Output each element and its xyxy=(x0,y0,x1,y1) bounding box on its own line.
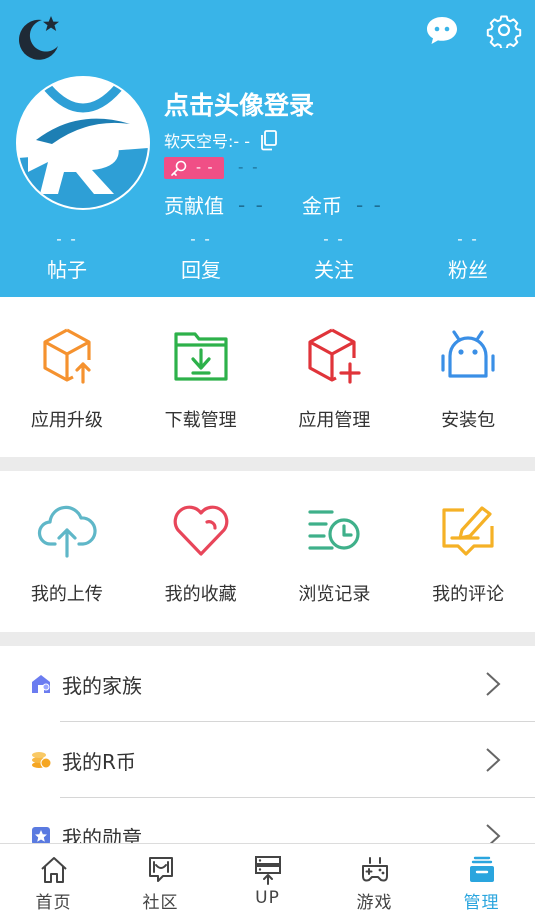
bottom-nav: 首页 社区 UP 游戏 管理 xyxy=(0,843,535,915)
coins: 金币 - - xyxy=(302,190,383,219)
coin-stack-icon xyxy=(32,752,52,769)
moon-star-icon[interactable] xyxy=(14,12,64,62)
list-item-family[interactable]: 我的家族 xyxy=(0,646,535,722)
app-upgrade-label: 应用升级 xyxy=(30,410,103,431)
download-folder-icon xyxy=(174,332,228,381)
nav-up-label: UP xyxy=(255,888,280,908)
stat-fans[interactable]: - - 粉丝 xyxy=(408,230,528,283)
download-manage-button[interactable]: 下载管理 xyxy=(134,326,268,432)
stat-following[interactable]: - - 关注 xyxy=(274,230,394,283)
install-package-label: 安装包 xyxy=(441,410,496,431)
login-prompt[interactable]: 点击头像登录 xyxy=(164,86,314,122)
section-gap xyxy=(0,632,535,646)
nav-community-label: 社区 xyxy=(142,893,179,913)
nav-home[interactable]: 首页 xyxy=(0,844,107,915)
download-manage-label: 下载管理 xyxy=(164,410,237,431)
level-value: - - xyxy=(196,160,214,176)
my-favorites-button[interactable]: 我的收藏 xyxy=(134,500,268,606)
nav-games-label: 游戏 xyxy=(356,893,393,913)
browse-history-button[interactable]: 浏览记录 xyxy=(268,500,402,606)
nav-community[interactable]: 社区 xyxy=(107,844,214,915)
android-package-icon xyxy=(441,330,495,378)
app-tools-grid: 应用升级 下载管理 应用管理 安装包 xyxy=(0,326,535,432)
account-label: 软天空号:- - xyxy=(164,132,251,151)
level-key-icon xyxy=(171,160,187,176)
family-house-icon xyxy=(32,675,50,693)
app-logo-icon xyxy=(18,78,148,208)
community-icon xyxy=(148,857,173,882)
nav-manage[interactable]: 管理 xyxy=(428,844,535,915)
list-item-label: 我的家族 xyxy=(62,673,142,698)
coins-value: - - xyxy=(356,192,383,217)
stat-replies-label: 回复 xyxy=(181,258,221,282)
contribution-label: 贡献值 xyxy=(164,194,224,218)
app-manage-icon xyxy=(308,328,361,384)
history-clock-icon xyxy=(308,510,360,550)
stat-posts-value: - - xyxy=(56,230,78,248)
account-row: 软天空号:- - xyxy=(164,128,280,152)
stat-posts[interactable]: - - 帖子 xyxy=(7,230,127,283)
coins-label: 金币 xyxy=(302,194,342,218)
heart-icon xyxy=(173,505,229,556)
my-favorites-label: 我的收藏 xyxy=(164,584,237,605)
install-package-button[interactable]: 安装包 xyxy=(401,326,535,432)
my-uploads-button[interactable]: 我的上传 xyxy=(0,500,134,606)
comment-edit-icon xyxy=(442,506,494,556)
my-comments-button[interactable]: 我的评论 xyxy=(401,500,535,606)
gamepad-icon xyxy=(361,857,388,882)
list-item-rcoin[interactable]: 我的R币 xyxy=(0,722,535,798)
app-upgrade-icon xyxy=(43,328,91,384)
section-gap xyxy=(0,457,535,471)
home-icon xyxy=(40,857,67,883)
stat-fans-value: - - xyxy=(457,230,479,248)
nav-home-label: 首页 xyxy=(35,893,72,913)
profile-header: 点击头像登录 软天空号:- - - - - - 贡献值 - - 金币 - - -… xyxy=(0,0,535,297)
contribution: 贡献值 - - xyxy=(164,190,265,219)
stat-replies-value: - - xyxy=(190,230,212,248)
avatar[interactable] xyxy=(16,76,150,210)
cloud-upload-icon xyxy=(37,505,97,558)
list-item-label: 我的R币 xyxy=(62,749,136,774)
app-manage-label: 应用管理 xyxy=(298,410,371,431)
nav-up[interactable]: UP xyxy=(214,844,321,915)
level-extra: - - xyxy=(238,158,260,176)
chevron-right-icon xyxy=(486,672,501,696)
chat-bubble-icon[interactable] xyxy=(424,12,460,48)
app-upgrade-button[interactable]: 应用升级 xyxy=(0,326,134,432)
copy-icon[interactable] xyxy=(258,129,280,151)
nav-games[interactable]: 游戏 xyxy=(321,844,428,915)
my-comments-label: 我的评论 xyxy=(432,584,505,605)
stat-replies[interactable]: - - 回复 xyxy=(141,230,261,283)
upload-server-icon xyxy=(254,856,281,885)
settings-gear-icon[interactable] xyxy=(486,12,522,48)
personal-tools-grid: 我的上传 我的收藏 浏览记录 我的评论 xyxy=(0,500,535,606)
browse-history-label: 浏览记录 xyxy=(298,584,371,605)
chevron-right-icon xyxy=(486,748,501,772)
stat-following-label: 关注 xyxy=(314,258,354,282)
contribution-value: - - xyxy=(238,192,265,217)
stat-following-value: - - xyxy=(323,230,345,248)
manage-tray-icon xyxy=(469,856,494,882)
stat-fans-label: 粉丝 xyxy=(448,258,488,282)
level-badge: - - xyxy=(164,157,224,179)
app-manage-button[interactable]: 应用管理 xyxy=(268,326,402,432)
nav-manage-label: 管理 xyxy=(463,893,500,913)
stat-posts-label: 帖子 xyxy=(47,258,87,282)
my-uploads-label: 我的上传 xyxy=(30,584,103,605)
